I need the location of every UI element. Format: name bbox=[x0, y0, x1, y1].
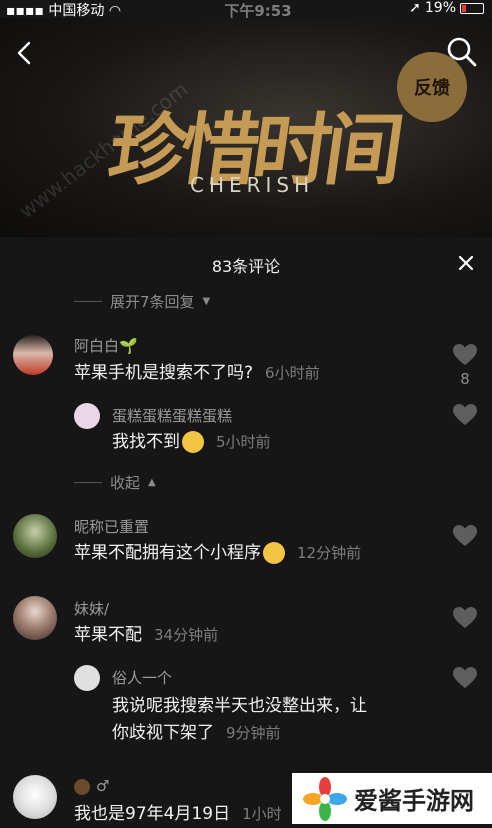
laughing-emoji-icon bbox=[182, 431, 204, 453]
reply-text: 我找不到 5小时前 bbox=[112, 428, 271, 456]
comment-body: 我也是97年4月19日 bbox=[74, 804, 231, 824]
divider-line bbox=[74, 482, 102, 483]
comment-time: 6小时前 bbox=[265, 364, 320, 382]
heart-icon[interactable] bbox=[452, 606, 478, 630]
collapse-replies-button[interactable]: 收起 ▲ bbox=[74, 472, 156, 493]
feedback-button[interactable]: 反馈 bbox=[397, 52, 467, 122]
heart-icon[interactable] bbox=[452, 666, 478, 690]
expand-replies-button[interactable]: 展开7条回复 ▼ bbox=[74, 291, 210, 312]
heart-icon[interactable] bbox=[452, 343, 478, 367]
comment-author[interactable]: 昵称已重置 bbox=[74, 516, 149, 537]
comment-time: 12分钟前 bbox=[297, 544, 362, 562]
like-count: 8 bbox=[460, 370, 470, 388]
expand-replies-label: 展开7条回复 bbox=[110, 293, 195, 311]
flower-logo-icon bbox=[303, 776, 347, 821]
divider-line bbox=[74, 301, 102, 302]
collapse-replies-label: 收起 bbox=[110, 474, 141, 492]
logo-text: 爱酱手游网 bbox=[354, 787, 474, 815]
site-logo: 爱酱手游网 bbox=[292, 773, 492, 824]
comment-author[interactable]: 阿白白🌱 bbox=[74, 335, 138, 356]
comment-body: 苹果手机是搜索不了吗? bbox=[74, 363, 254, 383]
chevron-up-icon: ▲ bbox=[148, 477, 156, 488]
reply-author[interactable]: 俗人一个 bbox=[112, 667, 172, 688]
avatar[interactable] bbox=[74, 403, 100, 429]
avatar[interactable] bbox=[13, 335, 53, 375]
emoji-avatar-icon bbox=[74, 778, 90, 795]
battery-icon bbox=[460, 2, 484, 14]
battery-indicator: ➚ 19% bbox=[409, 0, 484, 16]
comment-text: 苹果不配 34分钟前 bbox=[74, 621, 218, 649]
reply-author[interactable]: 蛋糕蛋糕蛋糕蛋糕 bbox=[112, 405, 232, 426]
comment-time: 1小时 bbox=[242, 805, 282, 823]
title-subtitle: CHERISH bbox=[190, 173, 315, 197]
avatar[interactable] bbox=[13, 775, 57, 819]
avatar[interactable] bbox=[74, 665, 100, 691]
comment-body: 苹果不配拥有这个小程序 bbox=[74, 543, 261, 563]
avatar[interactable] bbox=[13, 596, 57, 640]
battery-percent: 19% bbox=[424, 0, 456, 16]
comment-body: 苹果不配 bbox=[74, 625, 142, 645]
gender-icon: ♂ bbox=[96, 777, 110, 795]
comment-time: 34分钟前 bbox=[154, 626, 219, 644]
chevron-down-icon: ▼ bbox=[202, 296, 211, 307]
reply-time: 9分钟前 bbox=[226, 724, 281, 742]
reply-body: 你歧视下架了 bbox=[112, 723, 214, 743]
comment-author[interactable]: 妹妹/ bbox=[74, 598, 109, 619]
comment-text: 苹果手机是搜索不了吗? 6小时前 bbox=[74, 359, 320, 387]
status-bar: ▪▪▪▪ 中国移动 ◠ 下午9:53 ➚ 19% bbox=[0, 0, 492, 20]
back-icon[interactable] bbox=[12, 40, 38, 66]
reply-text-line1: 我说呢我搜索半天也没整出来，让 bbox=[112, 696, 367, 716]
reply-time: 5小时前 bbox=[216, 433, 271, 451]
reply-body: 我找不到 bbox=[112, 432, 180, 452]
location-icon: ➚ bbox=[409, 0, 421, 16]
pleading-emoji-icon bbox=[263, 542, 285, 564]
heart-icon[interactable] bbox=[452, 403, 478, 427]
heart-icon[interactable] bbox=[452, 524, 478, 548]
reply-text-line2: 你歧视下架了 9分钟前 bbox=[112, 719, 281, 747]
comment-author[interactable]: ♂ bbox=[74, 777, 109, 795]
comments-panel: 83条评论 展开7条回复 ▼ 阿白白🌱 苹果手机是搜索不了吗? 6小时前 8 蛋糕… bbox=[0, 237, 492, 824]
avatar[interactable] bbox=[13, 514, 57, 558]
comments-count-title: 83条评论 bbox=[211, 257, 281, 276]
comment-text: 苹果不配拥有这个小程序 12分钟前 bbox=[74, 539, 361, 567]
header-banner: www.hackhome.com 珍惜时间 CHERISH 反馈 bbox=[0, 18, 492, 237]
close-icon[interactable] bbox=[458, 255, 474, 271]
